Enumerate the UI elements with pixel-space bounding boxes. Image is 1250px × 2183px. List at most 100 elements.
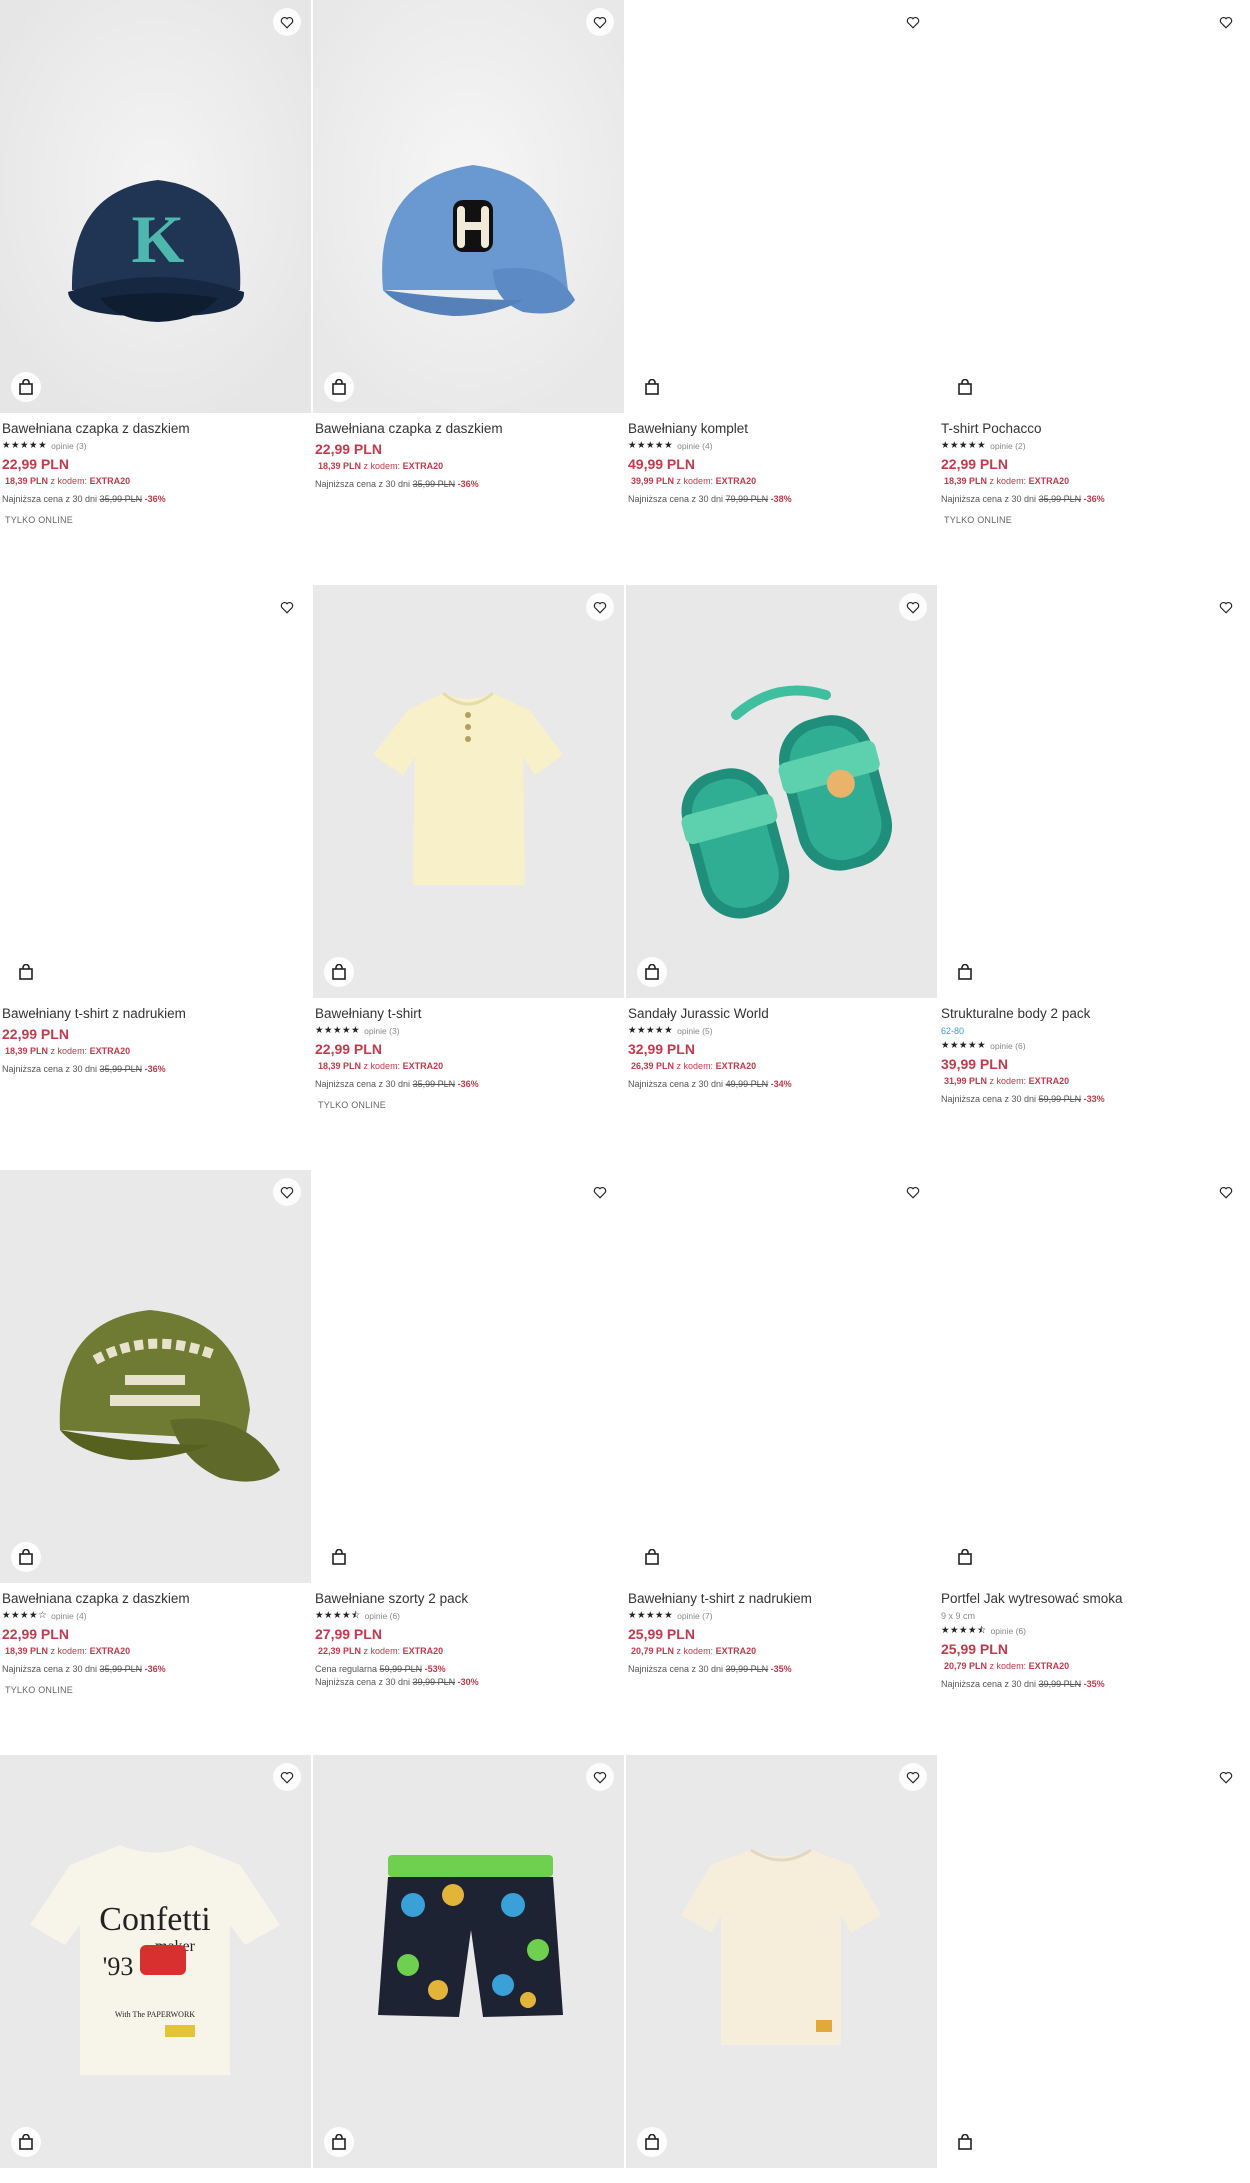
add-to-cart-button[interactable] (950, 2127, 980, 2157)
product-image[interactable] (0, 1170, 311, 1583)
add-to-cart-button[interactable] (11, 1542, 41, 1572)
shopping-bag-icon (958, 1549, 972, 1565)
wishlist-button[interactable] (586, 1178, 614, 1206)
product-image[interactable] (626, 0, 937, 413)
product-image[interactable] (626, 1755, 937, 2168)
product-name[interactable]: Bawełniana czapka z daszkiem (315, 421, 620, 437)
wishlist-button[interactable] (586, 8, 614, 36)
product-image[interactable] (939, 1170, 1250, 1583)
discount-percent: -36% (144, 494, 166, 504)
product-image[interactable] (939, 1755, 1250, 2168)
wishlist-button[interactable] (899, 593, 927, 621)
add-to-cart-button[interactable] (324, 957, 354, 987)
blue-cap-illustration (313, 0, 624, 413)
product-image[interactable] (313, 1170, 624, 1583)
product-price: 22,99 PLN (941, 456, 1008, 472)
promo-text: z kodem: (989, 1076, 1027, 1086)
wishlist-button[interactable] (1212, 8, 1240, 36)
size-range[interactable]: 62-80 (941, 1025, 1246, 1037)
rating[interactable]: ★★★★★ opinie (2) (941, 440, 1246, 452)
wishlist-button[interactable] (586, 1763, 614, 1791)
add-to-cart-button[interactable] (324, 372, 354, 402)
add-to-cart-button[interactable] (950, 1542, 980, 1572)
heart-icon (1219, 1771, 1233, 1784)
wishlist-button[interactable] (586, 593, 614, 621)
heart-icon (593, 1186, 607, 1199)
lowest-amount: 39,99 PLN (725, 1664, 769, 1674)
add-to-cart-button[interactable] (11, 957, 41, 987)
wishlist-button[interactable] (899, 1763, 927, 1791)
product-name[interactable]: Bawełniany t-shirt z nadrukiem (628, 1591, 933, 1607)
rating[interactable]: ★★★★★ opinie (6) (941, 1040, 1246, 1052)
product-image[interactable]: K (0, 0, 311, 413)
product-name[interactable]: Bawełniana czapka z daszkiem (2, 1591, 307, 1607)
product-name[interactable]: Bawełniany t-shirt (315, 1006, 620, 1022)
wishlist-button[interactable] (899, 1178, 927, 1206)
cream-tshirt-illustration (313, 585, 624, 998)
online-only-badge: TYLKO ONLINE (5, 515, 73, 525)
rating[interactable]: ★★★★⯪ opinie (6) (315, 1610, 620, 1622)
product-image[interactable] (313, 1755, 624, 2168)
reviews-count: opinie (6) (990, 1041, 1026, 1051)
rating[interactable]: ★★★★★ opinie (5) (628, 1025, 933, 1037)
rating-stars: ★★★★★ (941, 440, 987, 451)
product-name[interactable]: Bawełniany komplet (628, 421, 933, 437)
shopping-bag-icon (19, 964, 33, 980)
lowest-amount: 35,99 PLN (412, 1079, 456, 1089)
shopping-bag-icon (19, 2134, 33, 2150)
rating[interactable]: ★★★★★ opinie (3) (2, 440, 307, 452)
wishlist-button[interactable] (1212, 1178, 1240, 1206)
heart-icon (280, 16, 294, 29)
shopping-bag-icon (645, 2134, 659, 2150)
add-to-cart-button[interactable] (637, 1542, 667, 1572)
lowest-price: Najniższa cena z 30 dni 39,99 PLN -35% (628, 1663, 933, 1676)
rating[interactable]: ★★★★★ opinie (4) (628, 440, 933, 452)
wishlist-button[interactable] (273, 1763, 301, 1791)
shopping-bag-icon (958, 2134, 972, 2150)
add-to-cart-button[interactable] (324, 1542, 354, 1572)
wishlist-button[interactable] (1212, 1763, 1240, 1791)
discount-percent: -36% (457, 1079, 479, 1089)
rating[interactable]: ★★★★★ opinie (3) (315, 1025, 620, 1037)
product-image[interactable]: Confetti maker '93 With The PAPERWORK (0, 1755, 311, 2168)
add-to-cart-button[interactable] (950, 372, 980, 402)
add-to-cart-button[interactable] (637, 372, 667, 402)
product-name[interactable]: Sandały Jurassic World (628, 1006, 933, 1022)
heart-icon (593, 601, 607, 614)
rating[interactable]: ★★★★⯪ opinie (6) (941, 1625, 1246, 1637)
add-to-cart-button[interactable] (637, 2127, 667, 2157)
wishlist-button[interactable] (899, 8, 927, 36)
wishlist-button[interactable] (273, 593, 301, 621)
product-image[interactable] (313, 0, 624, 413)
product-name[interactable]: Strukturalne body 2 pack (941, 1006, 1246, 1022)
print-text-confetti: Confetti (99, 1901, 210, 1938)
rating[interactable]: ★★★★☆ opinie (4) (2, 1610, 307, 1622)
promo-price: 39,99 PLN z kodem: EXTRA20 (631, 475, 933, 487)
add-to-cart-button[interactable] (324, 2127, 354, 2157)
lowest-amount: 39,99 PLN (1038, 1679, 1082, 1689)
product-image[interactable] (939, 0, 1250, 413)
print-text-tagline: With The PAPERWORK (115, 2010, 195, 2019)
promo-price: 20,79 PLN z kodem: EXTRA20 (631, 1645, 933, 1657)
product-image[interactable] (626, 1170, 937, 1583)
product-name[interactable]: Bawełniana czapka z daszkiem (2, 421, 307, 437)
product-name[interactable]: Bawełniany t-shirt z nadrukiem (2, 1006, 307, 1022)
rating[interactable]: ★★★★★ opinie (7) (628, 1610, 933, 1622)
add-to-cart-button[interactable] (950, 957, 980, 987)
product-image[interactable] (313, 585, 624, 998)
wishlist-button[interactable] (273, 8, 301, 36)
add-to-cart-button[interactable] (11, 372, 41, 402)
lowest-label: Najniższa cena z 30 dni (628, 1079, 724, 1089)
product-image[interactable] (939, 585, 1250, 998)
product-name[interactable]: T-shirt Pochacco (941, 421, 1246, 437)
wishlist-button[interactable] (1212, 593, 1240, 621)
product-image[interactable] (626, 585, 937, 998)
product-name[interactable]: Portfel Jak wytresować smoka (941, 1591, 1246, 1607)
add-to-cart-button[interactable] (637, 957, 667, 987)
product-image[interactable] (0, 585, 311, 998)
add-to-cart-button[interactable] (11, 2127, 41, 2157)
promo-code: EXTRA20 (715, 1646, 757, 1656)
product-name[interactable]: Bawełniane szorty 2 pack (315, 1591, 620, 1607)
rating-stars: ★★★★★ (315, 1025, 361, 1036)
wishlist-button[interactable] (273, 1178, 301, 1206)
